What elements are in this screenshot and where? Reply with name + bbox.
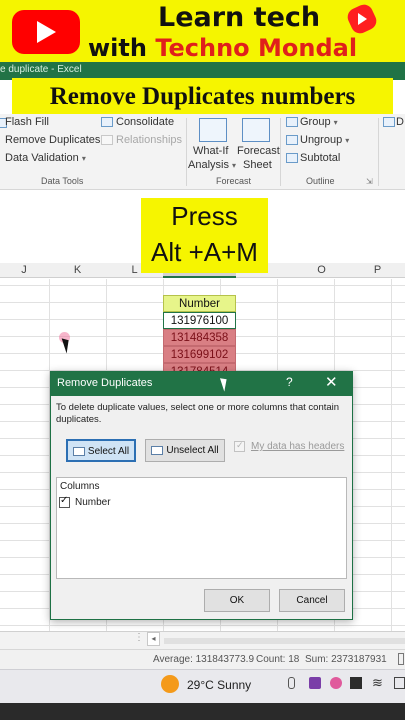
relationships-icon [101,135,113,145]
microphone-icon[interactable] [288,677,295,689]
volume-icon[interactable] [394,677,405,689]
select-all-button[interactable]: Select All [66,439,136,462]
youtube-play-icon [37,21,56,43]
status-count: Count: 18 [256,654,300,665]
unselect-all-button[interactable]: Unselect All [145,439,225,462]
dialog-close-button[interactable]: ✕ [325,373,338,391]
what-if-analysis-button[interactable]: Analysis ▾ [188,159,236,171]
checkmark-icon: ✓ [60,495,69,506]
shortcut-overlay: Press Alt +A+M [141,198,268,273]
column-header-o[interactable]: O [293,263,350,278]
flash-fill-button[interactable]: Flash Fill [5,116,49,128]
data-validation-label: Data Validation [5,152,79,164]
outline-group-label: Outline [306,176,335,186]
banner-line-2-prefix: with [88,34,156,62]
ribbon-separator [378,118,379,186]
table-cell-duplicate[interactable]: 131699102 [163,346,236,363]
app-tray-icon[interactable] [330,677,342,689]
consolidate-button[interactable]: Consolidate [116,116,174,128]
shorts-play-icon [358,13,367,25]
forecast-label[interactable]: Forecast [237,145,280,157]
table-cell-duplicate[interactable]: 131484358 [163,329,236,346]
unselect-all-icon [151,445,164,455]
weather-condition: Sunny [217,678,252,692]
wifi-icon[interactable]: ≋ [372,675,383,691]
group-button[interactable]: Group ▾ [300,116,338,128]
video-bottom-strip [0,703,405,720]
checkmark-icon: ✓ [236,440,244,450]
banner-line-2: with Techno Mondal [88,34,357,62]
cell-number-header[interactable]: Number [163,295,236,312]
normal-view-icon[interactable] [398,653,404,665]
consolidate-icon [101,117,113,127]
column-header-p[interactable]: P [350,263,405,278]
forecast-group-label: Forecast [216,176,252,186]
ribbon-separator [186,118,187,186]
columns-list[interactable] [56,477,347,579]
banner-line-1: Learn tech [158,2,321,33]
window-title: e duplicate - Excel [0,64,82,75]
select-all-label: Select All [87,446,130,457]
unselect-all-label: Unselect All [166,445,219,456]
chevron-down-icon: ▾ [232,161,237,170]
shortcut-press-label: Press [171,201,238,231]
video-headline: Remove Duplicates numbers [12,78,393,116]
horizontal-scrollbar[interactable] [164,638,405,644]
channel-name: Techno Mondal [155,34,358,62]
app-tray-icon[interactable] [350,677,362,689]
status-average: Average: 131843773.9 [153,654,255,665]
weather-widget[interactable]: 29°C Sunny [187,678,251,692]
ungroup-button[interactable]: Ungroup ▾ [300,134,349,146]
column-header-k[interactable]: K [49,263,106,278]
select-all-icon [72,446,85,456]
ungroup-label: Ungroup [300,134,343,146]
subtotal-icon [286,153,298,163]
cancel-button[interactable]: Cancel [279,589,345,612]
column-number-label: Number [75,497,111,508]
app-tray-icon[interactable] [309,677,321,689]
chevron-down-icon: ▾ [345,136,350,145]
temperature: 29°C [187,678,214,692]
data-validation-button[interactable]: Data Validation ▾ [5,152,86,164]
columns-list-header: Columns [60,481,100,492]
ungroup-icon [286,135,298,145]
scroll-left-icon[interactable]: ◂ [147,632,160,646]
group-label: Group [300,116,331,128]
data-tools-group-label: Data Tools [41,176,84,186]
sun-icon[interactable] [161,675,179,693]
relationships-button[interactable]: Relationships [116,134,182,146]
ribbon-icon-cut-off [383,117,395,127]
shortcut-keys: Alt +A+M [151,237,258,267]
status-sum: Sum: 2373187931 [305,654,387,665]
table-cell[interactable]: 131976100 [163,312,236,329]
ribbon-cut-off-label[interactable]: D [396,116,404,128]
dialog-title: Remove Duplicates [57,377,153,389]
column-header-j[interactable]: J [0,263,48,278]
dialog-launcher-icon[interactable]: ⇲ [366,177,373,186]
remove-duplicates-button[interactable]: Remove Duplicates [5,134,100,146]
subtotal-button[interactable]: Subtotal [300,152,340,164]
dialog-description: To delete duplicate values, select one o… [56,402,340,425]
chevron-down-icon: ▾ [81,154,86,163]
group-icon [286,117,298,127]
what-if-icon [199,118,227,142]
analysis-label: Analysis [188,159,229,171]
forecast-sheet-icon [242,118,270,142]
ribbon-separator [280,118,281,186]
my-data-has-headers-label: My data has headers [251,441,345,452]
tab-splitter-icon[interactable]: ⋮ [134,632,144,643]
chevron-down-icon: ▾ [333,118,338,127]
forecast-sheet-button[interactable]: Sheet [243,159,272,171]
dialog-help-button[interactable]: ? [286,375,293,389]
ok-button[interactable]: OK [204,589,270,612]
what-if-label[interactable]: What-If [193,145,228,157]
